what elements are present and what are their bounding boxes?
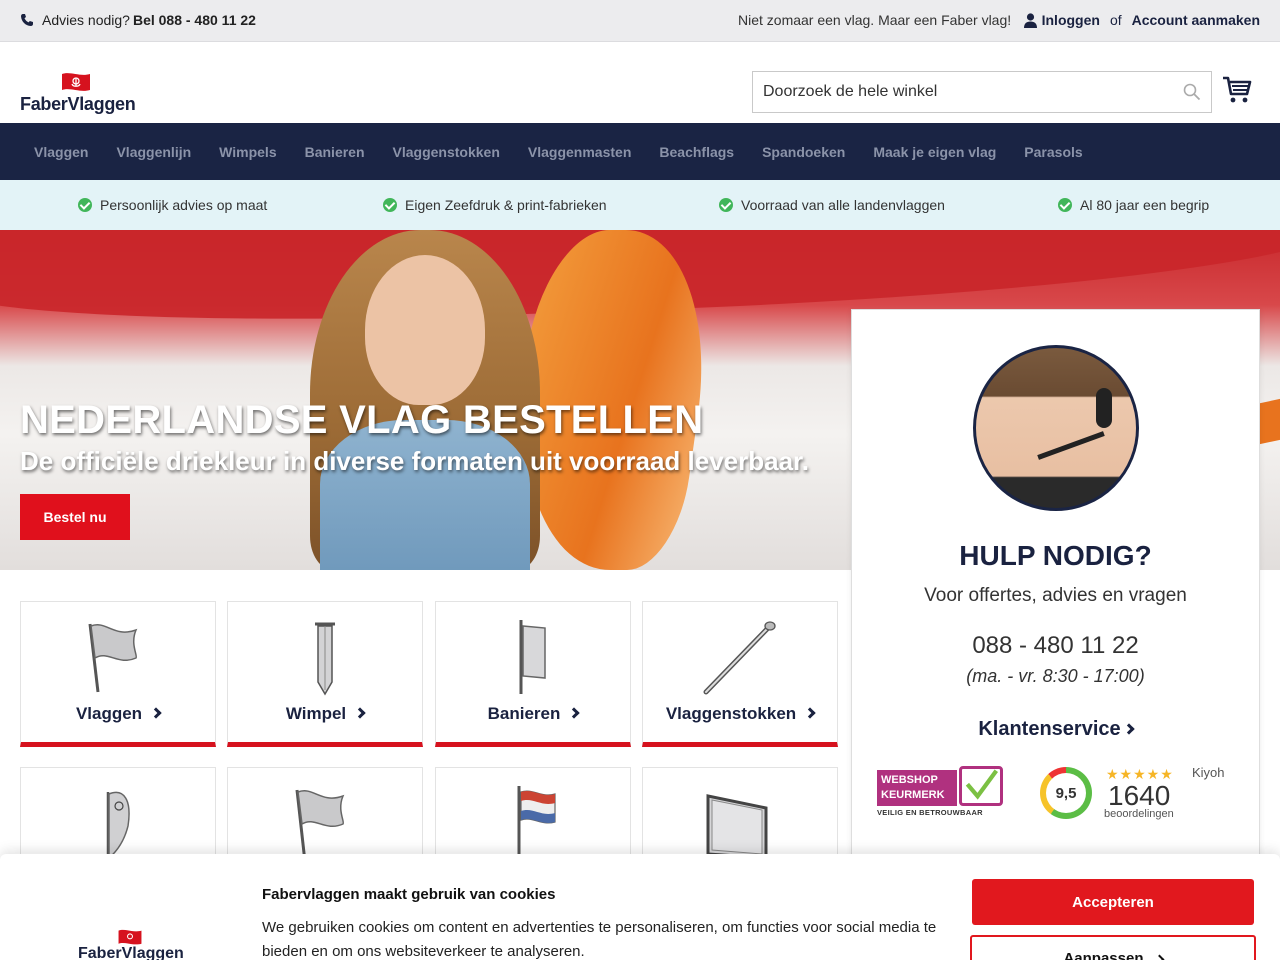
usp-item: Persoonlijk advies op maat [78,197,267,213]
chevron-right-icon [568,707,581,719]
flagstick-icon [703,621,776,695]
chevron-right-icon [150,707,162,719]
category-label: Banieren [436,704,630,724]
check-icon [383,198,397,212]
nav-item-banieren[interactable]: Banieren [291,144,379,160]
nav-item-wimpels[interactable]: Wimpels [205,144,290,160]
order-now-button[interactable]: Bestel nu [20,494,130,540]
webshop-keurmerk-badge[interactable]: WEBSHOP KEURMERK VEILIG EN BETROUWBAAR [877,766,1005,818]
review-score-badge[interactable]: 9,5 [1040,767,1092,819]
or-text: of [1109,12,1122,28]
cookie-banner: FaberVlaggen Fabervlaggen maakt gebruik … [0,854,1280,960]
usp-label: Persoonlijk advies op maat [100,197,268,213]
cookie-text: We gebruiken cookies om content en adver… [262,919,937,960]
category-tile-banieren[interactable]: Banieren [435,601,631,747]
nav-item-beachflags[interactable]: Beachflags [645,144,748,160]
check-icon [719,198,733,212]
category-label: Vlaggenstokken [643,704,837,724]
chevron-right-icon [1122,723,1135,735]
usp-label: Voorraad van alle landenvlaggen [741,197,945,213]
usp-item: Eigen Zeefdruk & print-fabrieken [383,197,607,213]
header: FaberVlaggen [0,42,1280,123]
advice-prefix: Advies nodig? [42,12,130,28]
check-icon [78,198,92,212]
customer-service-link[interactable]: Klantenservice [852,718,1259,741]
cart-icon[interactable] [1222,75,1252,105]
flag-icon [295,789,345,862]
review-score: 9,5 [1046,773,1086,813]
headset-icon [1096,388,1112,428]
check-icon [1058,198,1072,212]
nav-item-vlaggenmasten[interactable]: Vlaggenmasten [514,144,645,160]
hero-title: NEDERLANDSE VLAG BESTELLEN [20,398,704,442]
support-agent-avatar [973,345,1139,511]
login-link[interactable]: Inloggen [1042,12,1100,28]
help-phone[interactable]: 088 - 480 11 22 [852,632,1259,660]
category-label: Vlaggen [21,704,215,724]
help-subtitle: Voor offertes, advies en vragen [924,585,1187,606]
review-label: beoordelingen [1104,808,1174,820]
keurmerk-label: WEBSHOP KEURMERK [877,770,957,806]
category-tile-wimpel[interactable]: Wimpel [227,601,423,747]
logo-flag-icon [62,73,90,91]
search-input[interactable] [753,72,1153,112]
phone-icon [21,14,33,26]
banner-icon [519,620,546,694]
cookie-title: Fabervlaggen maakt gebruik van cookies [262,886,556,903]
usp-bar: Persoonlijk advies op maat Eigen Zeefdru… [0,180,1280,230]
advice-phone[interactable]: Advies nodig? Bel 088 - 480 11 22 [20,12,256,28]
advice-phone-number[interactable]: Bel 088 - 480 11 22 [133,12,256,28]
keurmerk-small-text: VEILIG EN BETROUWBAAR [877,808,983,817]
pennant-icon [315,622,335,696]
cookie-logo-text: FaberVlaggen [78,945,184,960]
chevron-right-icon [1154,954,1164,960]
usp-label: Eigen Zeefdruk & print-fabrieken [405,197,607,213]
usp-item: Voorraad van alle landenvlaggen [719,197,945,213]
account-links: Inloggen of Account aanmaken [1023,12,1260,28]
top-bar: Advies nodig? Bel 088 - 480 11 22 Niet z… [0,0,1280,42]
nav-item-maak-je-eigen-vlag[interactable]: Maak je eigen vlag [859,144,1010,160]
search-box [752,71,1212,113]
nav-item-parasols[interactable]: Parasols [1010,144,1096,160]
nav-item-vlaggen[interactable]: Vlaggen [20,144,102,160]
nav-item-vlaggenstokken[interactable]: Vlaggenstokken [379,144,514,160]
user-icon [1023,12,1037,28]
category-tile-vlaggenstokken[interactable]: Vlaggenstokken [642,601,838,747]
beachflag-icon [106,791,130,862]
main-navigation: Vlaggen Vlaggenlijn Wimpels Banieren Vla… [0,123,1280,180]
category-label: Wimpel [228,704,422,724]
chevron-right-icon [354,707,366,719]
category-tile-vlaggen[interactable]: Vlaggen [20,601,216,747]
hero-subtitle: De officiële driekleur in diverse format… [20,446,809,476]
nav-item-spandoeken[interactable]: Spandoeken [748,144,859,160]
flag-icon [88,623,138,693]
chevron-right-icon [804,707,816,719]
frame-banner-icon [706,794,768,860]
logo-text: FaberVlaggen [20,94,136,114]
search-icon[interactable] [1183,83,1201,101]
nav-item-vlaggenlijn[interactable]: Vlaggenlijn [102,144,205,160]
logo[interactable]: FaberVlaggen [20,72,136,116]
help-title: HULP NODIG? [959,540,1152,571]
usp-item: Al 80 jaar een begrip [1058,197,1209,213]
adjust-cookies-button[interactable]: Aanpassen [970,935,1256,960]
accept-cookies-button[interactable]: Accepteren [972,879,1254,925]
kiyoh-label[interactable]: Kiyoh [1192,766,1226,779]
create-account-link[interactable]: Account aanmaken [1132,12,1260,28]
slogan: Niet zomaar een vlag. Maar een Faber vla… [738,12,1012,28]
usp-label: Al 80 jaar een begrip [1080,197,1210,213]
help-hours: (ma. - vr. 8:30 - 17:00) [966,666,1145,686]
flagpole-icon [517,786,556,862]
checkmark-icon [959,766,1003,806]
